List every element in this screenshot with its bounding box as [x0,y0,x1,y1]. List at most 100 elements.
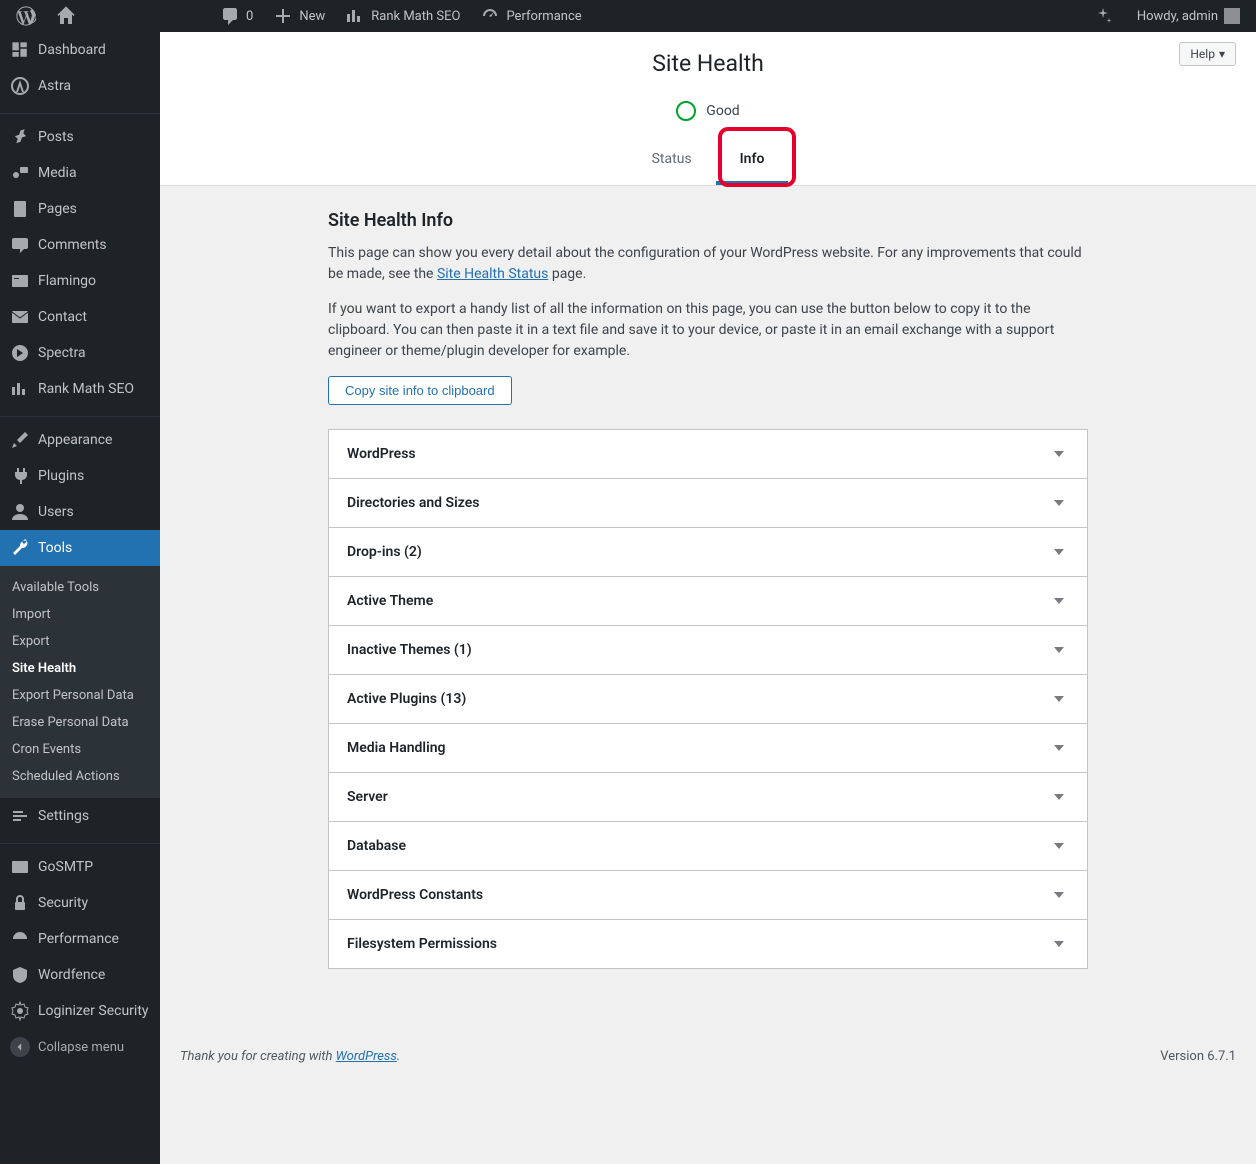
plus-icon [273,6,293,26]
sidebar-item-spectra[interactable]: Spectra [0,335,160,371]
accordion-media-handling[interactable]: Media Handling [329,724,1087,773]
sidebar-item-settings[interactable]: Settings [0,798,160,834]
health-header: Site Health Good Status Info [160,32,1256,186]
sidebar-item-users[interactable]: Users [0,494,160,530]
sidebar-item-posts[interactable]: Posts [0,119,160,155]
accordion-active-plugins[interactable]: Active Plugins (13) [329,675,1087,724]
comments-link[interactable]: 0 [212,0,261,32]
status-label: Good [706,103,739,119]
chevron-left-icon [10,1037,30,1057]
accordion-constants[interactable]: WordPress Constants [329,871,1087,920]
chart-bar-icon [345,6,365,26]
rankmath-link[interactable]: Rank Math SEO [337,0,468,32]
accordion-inactive-themes[interactable]: Inactive Themes (1) [329,626,1087,675]
sidebar-item-gosmtp[interactable]: GoSMTP [0,849,160,885]
pin-icon [10,127,30,147]
tab-info[interactable]: Info [716,137,789,185]
accordion-directories[interactable]: Directories and Sizes [329,479,1087,528]
info-paragraph-1: This page can show you every detail abou… [328,243,1088,285]
home-icon [56,6,76,26]
sidebar-item-astra[interactable]: Astra [0,68,160,104]
chevron-down-icon [1049,836,1069,856]
submenu-export-personal[interactable]: Export Personal Data [0,682,160,709]
submenu-export[interactable]: Export [0,628,160,655]
chevron-down-icon [1049,444,1069,464]
sidebar-item-plugins[interactable]: Plugins [0,458,160,494]
comments-count: 0 [246,9,253,24]
lock-icon [10,893,30,913]
sidebar-item-pages[interactable]: Pages [0,191,160,227]
sparkle-icon [1093,6,1113,26]
wordpress-icon [16,6,36,26]
copy-site-info-button[interactable]: Copy site info to clipboard [328,376,512,405]
sidebar-item-rankmath[interactable]: Rank Math SEO [0,371,160,407]
chevron-down-icon [1049,493,1069,513]
accordion-wordpress[interactable]: WordPress [329,430,1087,479]
sidebar-item-media[interactable]: Media [0,155,160,191]
avatar [1224,8,1240,24]
submenu-cron-events[interactable]: Cron Events [0,736,160,763]
help-tab[interactable]: Help▾ [1179,42,1236,66]
home-link[interactable] [48,0,84,32]
wordpress-link[interactable]: WordPress [336,1049,397,1064]
brush-icon [10,430,30,450]
site-health-status-link[interactable]: Site Health Status [437,266,548,282]
admin-bar: 0 New Rank Math SEO Performance Howdy, a… [0,0,1256,32]
page-icon [10,199,30,219]
chart-bar-icon [10,379,30,399]
comment-icon [10,235,30,255]
accordion-filesystem[interactable]: Filesystem Permissions [329,920,1087,969]
new-link[interactable]: New [265,0,333,32]
gear-icon [10,1001,30,1021]
chevron-down-icon [1049,885,1069,905]
submenu-scheduled-actions[interactable]: Scheduled Actions [0,763,160,790]
card-icon [10,271,30,291]
accordion-active-theme[interactable]: Active Theme [329,577,1087,626]
accordion-server[interactable]: Server [329,773,1087,822]
sidebar-item-wordfence[interactable]: Wordfence [0,957,160,993]
sidebar-item-appearance[interactable]: Appearance [0,422,160,458]
page-title: Site Health [160,50,1256,77]
sidebar-item-tools[interactable]: Tools [0,530,160,566]
footer: Thank you for creating with WordPress. V… [160,1029,1256,1084]
tools-submenu: Available Tools Import Export Site Healt… [0,566,160,798]
info-paragraph-2: If you want to export a handy list of al… [328,299,1088,362]
mail-icon [10,857,30,877]
performance-link[interactable]: Performance [472,0,589,32]
collapse-menu[interactable]: Collapse menu [0,1029,160,1065]
sidebar-item-security[interactable]: Security [0,885,160,921]
main-content: Help▾ Site Health Good Status Info Site … [160,32,1256,1164]
comment-icon [220,6,240,26]
accordion-dropins[interactable]: Drop-ins (2) [329,528,1087,577]
submenu-erase-personal[interactable]: Erase Personal Data [0,709,160,736]
chevron-down-icon [1049,934,1069,954]
dashboard-icon [10,40,30,60]
wrench-icon [10,538,30,558]
chevron-down-icon [1049,591,1069,611]
sidebar-item-contact[interactable]: Contact [0,299,160,335]
submenu-available-tools[interactable]: Available Tools [0,574,160,601]
submenu-import[interactable]: Import [0,601,160,628]
user-icon [10,502,30,522]
submenu-site-health[interactable]: Site Health [0,655,160,682]
sidebar-item-loginizer[interactable]: Loginizer Security [0,993,160,1029]
spectra-icon [10,343,30,363]
sidebar-item-flamingo[interactable]: Flamingo [0,263,160,299]
shield-icon [10,965,30,985]
gauge-icon [10,929,30,949]
ai-link[interactable] [1085,0,1121,32]
sidebar-item-dashboard[interactable]: Dashboard [0,32,160,68]
sidebar-item-comments[interactable]: Comments [0,227,160,263]
sidebar-item-performance[interactable]: Performance [0,921,160,957]
astra-icon [10,76,30,96]
caret-down-icon: ▾ [1219,47,1225,61]
my-account[interactable]: Howdy, admin [1129,0,1248,32]
chevron-down-icon [1049,738,1069,758]
chevron-down-icon [1049,640,1069,660]
tab-status[interactable]: Status [628,137,716,185]
gauge-icon [480,6,500,26]
info-heading: Site Health Info [328,210,1088,231]
mail-icon [10,307,30,327]
accordion-database[interactable]: Database [329,822,1087,871]
wp-logo[interactable] [8,0,44,32]
